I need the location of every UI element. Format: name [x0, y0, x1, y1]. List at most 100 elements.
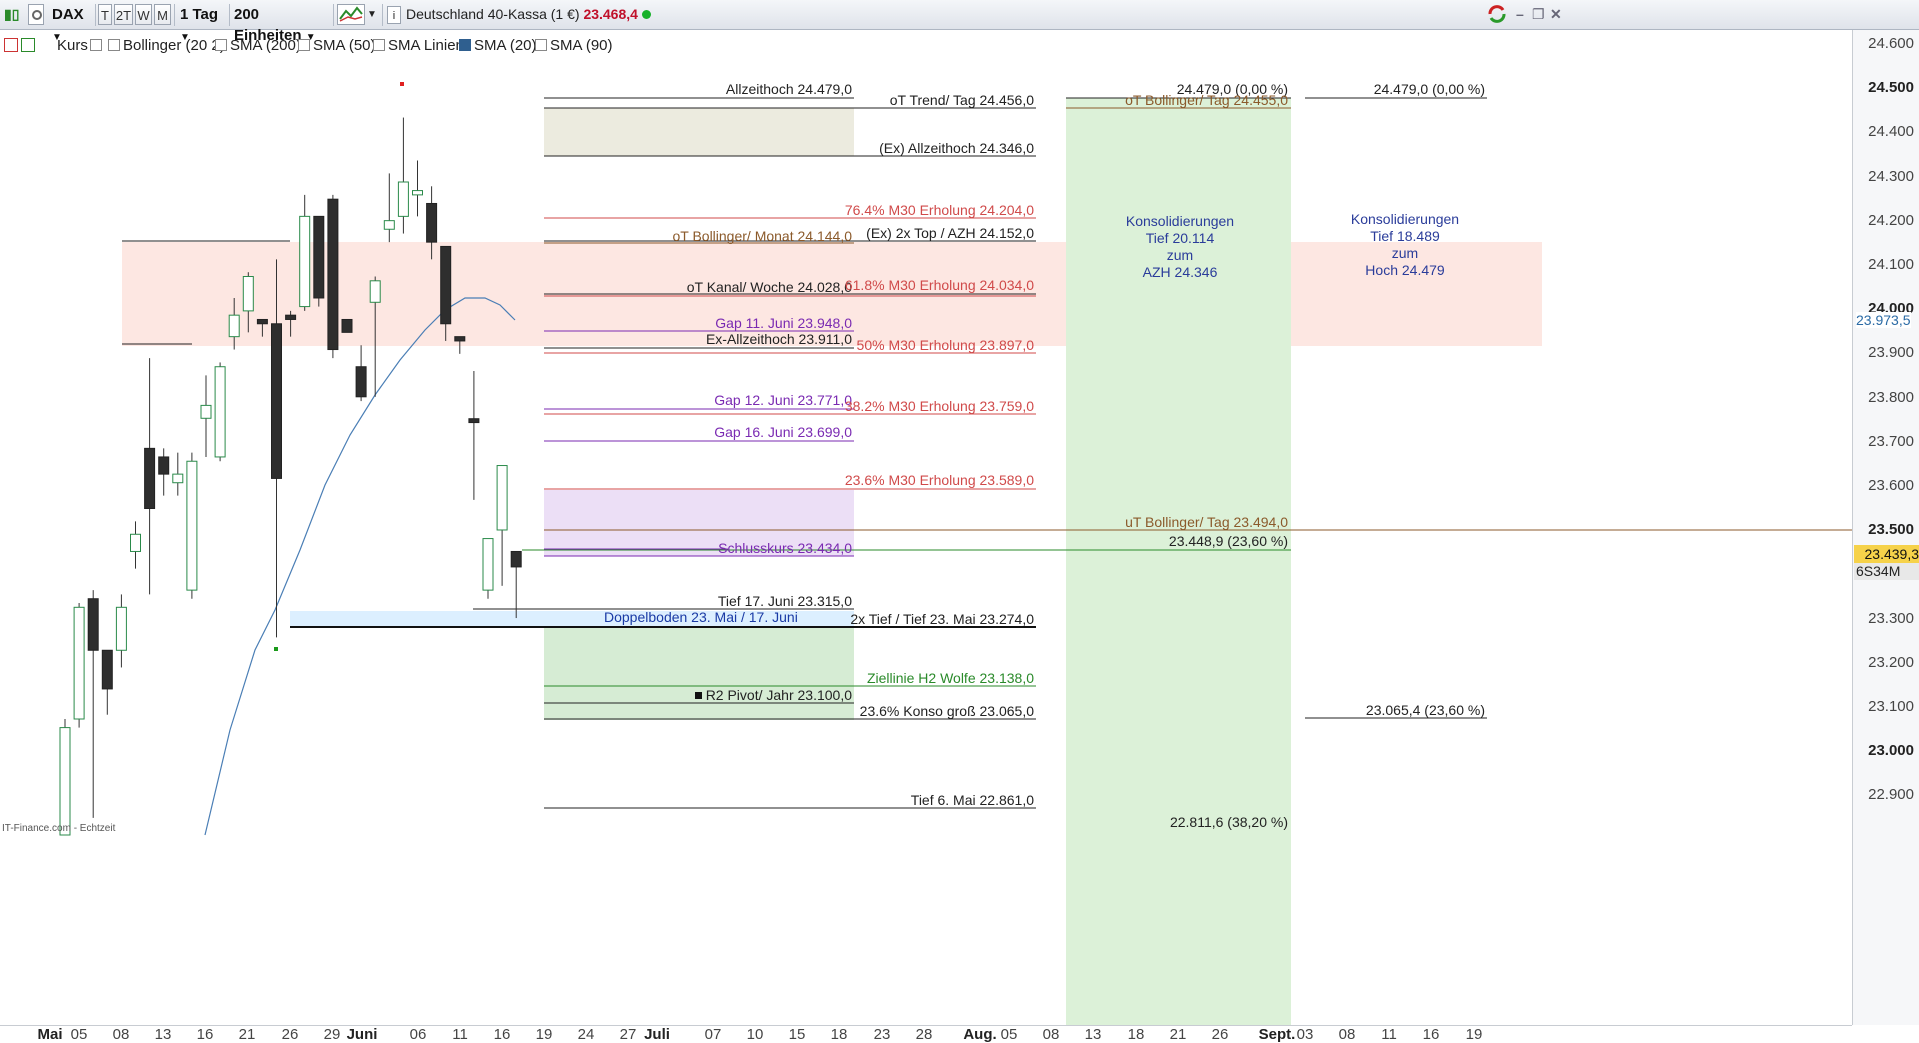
refresh-icon[interactable] — [1486, 4, 1510, 25]
candle-body — [454, 336, 466, 342]
y-tick: 23.900 — [1868, 344, 1914, 362]
label-tief17: Tief 17. Juni 23.315,0 — [717, 593, 852, 609]
y-tick: 23.500 — [1868, 521, 1914, 539]
label-m30-764: 76.4% M30 Erholung 24.204,0 — [844, 202, 1034, 218]
info-icon[interactable]: i — [387, 6, 401, 24]
x-tick: 27 — [619, 1026, 637, 1043]
candle-body — [341, 318, 353, 333]
label-doppelboden: Doppelboden 23. Mai / 17. Juni — [604, 609, 798, 625]
close-icon[interactable]: ✕ — [1550, 4, 1564, 25]
price-axis[interactable]: 24.600 24.500 24.400 24.300 24.200 24.100 24.0… — [1852, 30, 1919, 1025]
x-tick: Aug. — [963, 1026, 997, 1043]
x-tick: Juli — [644, 1026, 670, 1043]
units-select[interactable]: 200 Einheiten ▼ — [230, 4, 330, 44]
high-marker — [400, 82, 404, 86]
label-ut-bollinger: uT Bollinger/ Tag 23.494,0 — [1125, 514, 1288, 530]
chevron-down-icon[interactable]: ▼ — [367, 4, 379, 25]
layer-sma-linien[interactable]: SMA Linien — [388, 37, 464, 54]
x-tick: 24 — [577, 1026, 595, 1043]
label-ex-allzeithoch2: Ex-Allzeithoch 23.911,0 — [705, 331, 852, 347]
konso1-line: zum — [1166, 247, 1194, 263]
low-marker — [274, 647, 278, 651]
candle-body — [242, 276, 254, 312]
layer-sma90[interactable]: SMA (90) — [550, 37, 613, 54]
label-tief2x: 2x Tief / Tief 23. Mai 23.274,0 — [850, 611, 1034, 627]
label-m30-50: 50% M30 Erholung 23.897,0 — [856, 337, 1034, 353]
x-tick: 26 — [281, 1026, 299, 1043]
interval-2t-button[interactable]: 2T — [114, 4, 133, 25]
layer-sma200[interactable]: SMA (200) — [230, 37, 301, 54]
y-tick: 23.300 — [1868, 609, 1914, 627]
layer-kurs[interactable]: Kurs — [57, 37, 88, 54]
x-tick: Sept. — [1258, 1026, 1296, 1043]
x-tick: 15 — [788, 1026, 806, 1043]
checkbox-sma200[interactable] — [215, 39, 227, 51]
candle-body — [397, 181, 409, 217]
x-tick: 16 — [196, 1026, 214, 1043]
checkbox-sma-linien[interactable] — [373, 39, 385, 51]
list-icon[interactable] — [90, 39, 102, 51]
y-tick: 23.800 — [1868, 388, 1914, 406]
y-tick: 23.100 — [1868, 698, 1914, 715]
konso1-line: Tief 20.114 — [1145, 230, 1215, 246]
layer-sma20[interactable]: SMA (20) — [474, 37, 537, 54]
x-tick: 05 — [70, 1026, 88, 1043]
indicator-icon[interactable] — [337, 4, 365, 25]
label-fib-2360: 23.448,9 (23,60 %) — [1168, 533, 1288, 549]
x-tick: 11 — [452, 1026, 468, 1043]
minimize-icon[interactable]: – — [1516, 4, 1530, 25]
y-tick: 23.000 — [1868, 742, 1914, 760]
candle-body — [468, 418, 480, 424]
candle-body — [228, 314, 240, 338]
interval-t-button[interactable]: T — [98, 4, 112, 25]
checkbox-bollinger[interactable] — [108, 39, 120, 51]
chart-type-icon[interactable]: ▮▯ — [4, 4, 24, 25]
x-tick: 11 — [1381, 1026, 1397, 1043]
candle-body — [383, 220, 395, 230]
konso1-line: AZH 24.346 — [1142, 264, 1218, 280]
up-arrow-icon[interactable] — [21, 38, 35, 52]
layer-sma50[interactable]: SMA (50) — [313, 37, 376, 54]
x-tick: 29 — [323, 1026, 341, 1043]
gear-icon[interactable] — [28, 4, 44, 25]
time-axis[interactable]: Mai 05 08 13 16 21 26 29 Juni 06 11 16 19 24 27 Juli 07 1… — [0, 1025, 1852, 1043]
last-price-marker: 23.439,3 — [1854, 545, 1919, 563]
restore-icon[interactable]: ❐ — [1532, 4, 1546, 25]
label-allzeithoch: Allzeithoch 24.479,0 — [725, 81, 852, 97]
candle-body — [101, 649, 113, 690]
label-tief6: Tief 6. Mai 22.861,0 — [910, 792, 1034, 808]
live-status-icon — [641, 10, 651, 19]
label-gap-16: Gap 16. Juni 23.699,0 — [714, 424, 852, 440]
y-tick: 24.600 — [1868, 35, 1914, 52]
chart-plot[interactable]: Kurs Bollinger (20 2) SMA (200) SMA (50)… — [0, 30, 1852, 1025]
konso2-box: Konsolidierungen Tief 18.489 zum Hoch 24… — [1325, 211, 1485, 279]
down-arrow-icon[interactable] — [4, 38, 18, 52]
watermark: IT-Finance.com - Echtzeit — [2, 823, 116, 834]
layer-bollinger[interactable]: Bollinger (20 2) — [123, 37, 225, 54]
konso1-box: Konsolidierungen Tief 20.114 zum AZH 24.… — [1100, 213, 1260, 281]
symbol-select[interactable]: DAX ▼ — [48, 4, 92, 43]
candle-body — [299, 215, 311, 308]
checkbox-sma50[interactable] — [298, 39, 310, 51]
timer-label: 6S34M — [1854, 563, 1919, 580]
r2-pivot-label: R2 Pivot/ Jahr 23.100,0 — [652, 687, 852, 703]
interval-w-button[interactable]: W — [135, 4, 152, 25]
checkbox-sma20[interactable] — [459, 39, 471, 51]
x-tick: 19 — [535, 1026, 553, 1043]
candle-body — [496, 465, 508, 531]
symbol-label: DAX — [52, 6, 84, 23]
period-select[interactable]: 1 Tag ▼ — [176, 4, 228, 43]
candle-body — [186, 460, 198, 591]
label-ot-kanal: oT Kanal/ Woche 24.028,0 — [686, 279, 852, 295]
checkbox-sma90[interactable] — [535, 39, 547, 51]
y-tick: 23.700 — [1868, 432, 1914, 450]
y-tick: 24.300 — [1868, 167, 1914, 185]
x-tick: 13 — [1084, 1026, 1102, 1043]
label-ot-trend: oT Trend/ Tag 24.456,0 — [889, 92, 1034, 108]
candle-body — [172, 473, 184, 484]
interval-m-button[interactable]: M — [154, 4, 171, 25]
candle-body — [369, 280, 381, 303]
candle-body — [285, 314, 297, 320]
candle-body — [200, 404, 212, 419]
y-tick: 23.200 — [1868, 653, 1914, 671]
